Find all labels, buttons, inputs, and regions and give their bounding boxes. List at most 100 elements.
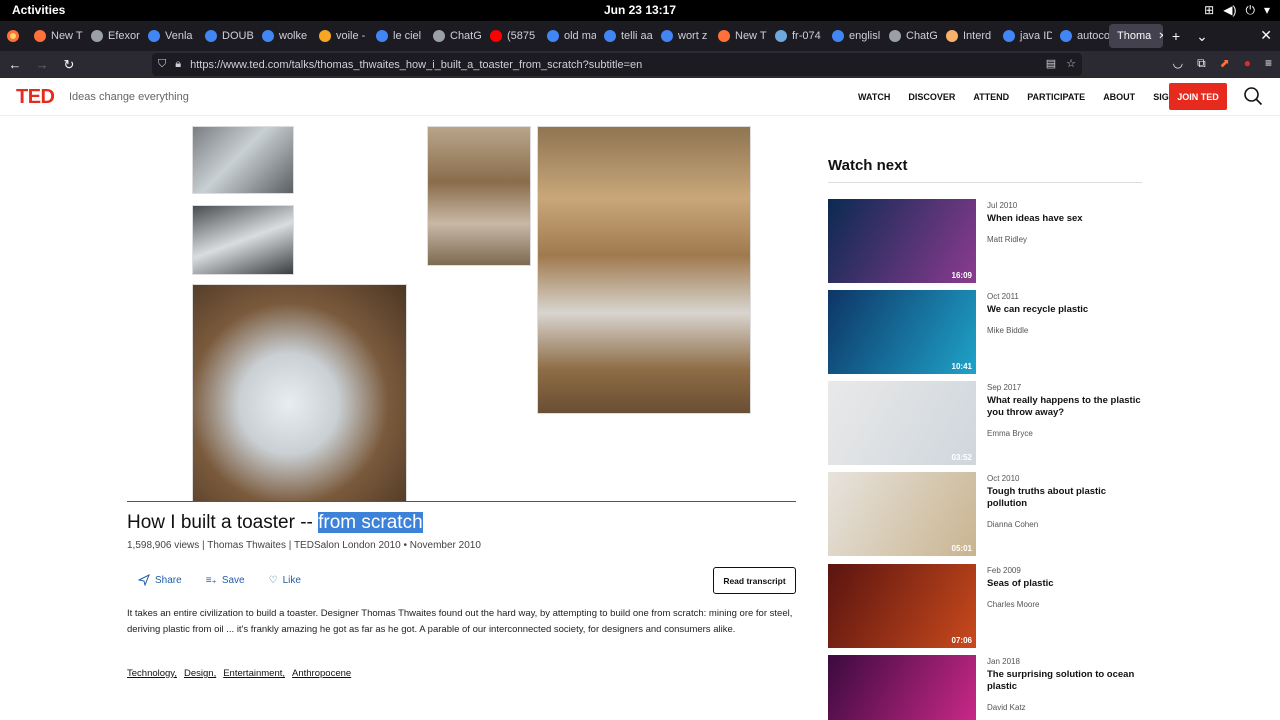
like-label: Like: [282, 574, 301, 586]
video-player[interactable]: [127, 120, 796, 502]
nav-attend[interactable]: ATTEND: [973, 92, 1009, 102]
new-tab-button[interactable]: +: [1163, 28, 1189, 44]
like-button[interactable]: ♡ Like: [269, 574, 301, 586]
extensions-icon[interactable]: ⧉: [1197, 56, 1206, 71]
nav-about[interactable]: ABOUT: [1103, 92, 1135, 102]
nav-discover[interactable]: DISCOVER: [908, 92, 955, 102]
tab-favicon-icon: [34, 30, 46, 42]
chevron-down-icon[interactable]: ▾: [1264, 3, 1270, 18]
shield-icon[interactable]: ⛉: [158, 58, 166, 71]
tab-list-chevron-icon[interactable]: ⌄: [1189, 28, 1215, 45]
browser-tab[interactable]: Interd: [938, 21, 995, 51]
system-clock[interactable]: Jun 23 13:17: [0, 3, 1280, 17]
nav-participate[interactable]: PARTICIPATE: [1027, 92, 1085, 102]
watch-next-item[interactable]: 16:09 Jul 2010 When ideas have sex Matt Rid…: [828, 199, 1148, 283]
watch-next-item[interactable]: 10:41 Oct 2011 We can recycle plastic Mike …: [828, 290, 1148, 374]
volume-icon[interactable]: ◀): [1223, 3, 1236, 18]
browser-tab[interactable]: old ma: [539, 21, 596, 51]
menu-icon[interactable]: ≡: [1265, 56, 1272, 71]
browser-tab[interactable]: Efexor: [83, 21, 140, 51]
video-thumbnail[interactable]: 16:09: [828, 199, 976, 283]
tab-favicon-icon: [490, 30, 502, 42]
reader-view-icon[interactable]: ▤: [1046, 57, 1056, 70]
power-icon[interactable]: ⏻: [1245, 3, 1255, 18]
firefox-view-icon[interactable]: [0, 21, 26, 51]
heart-icon: ♡: [268, 574, 278, 586]
extension-icon[interactable]: ⬈: [1220, 56, 1230, 71]
url-bar[interactable]: ⛉ 🔒︎ https://www.ted.com/talks/thomas_th…: [152, 53, 1082, 76]
watch-next-item[interactable]: 07:06 Feb 2009 Seas of plastic Charles Moor…: [828, 564, 1148, 648]
ted-logo[interactable]: TED: [16, 86, 55, 109]
active-tab[interactable]: Thoma ✕: [1109, 24, 1163, 48]
browser-tab[interactable]: java ID: [995, 21, 1052, 51]
window-close-icon[interactable]: ✕: [1260, 27, 1272, 44]
video-thumbnail[interactable]: 05:01: [828, 472, 976, 556]
talk-actions: Share ≡₊ Save ♡ Like: [138, 574, 301, 586]
tab-label: DOUB: [222, 30, 254, 42]
forward-button[interactable]: →: [30, 57, 54, 72]
tab-label: wort z: [678, 30, 708, 42]
search-icon[interactable]: [1243, 86, 1263, 106]
network-icon[interactable]: ⊞: [1204, 3, 1214, 18]
talk-description: It takes an entire civilization to build…: [127, 608, 793, 635]
back-button[interactable]: ←: [3, 57, 27, 72]
tab-favicon-icon: [376, 30, 388, 42]
url-text[interactable]: https://www.ted.com/talks/thomas_thwaite…: [190, 59, 642, 71]
browser-tab[interactable]: wolke: [254, 21, 311, 51]
video-thumbnail[interactable]: 10:41: [828, 290, 976, 374]
video-thumbnail[interactable]: 03:52: [828, 381, 976, 465]
video-speaker: Matt Ridley: [987, 235, 1028, 244]
video-duration: 10:41: [951, 362, 972, 371]
video-title[interactable]: Tough truths about plastic pollution: [987, 486, 1147, 510]
browser-tab[interactable]: autoco: [1052, 21, 1109, 51]
save-label: Save: [221, 574, 245, 586]
video-frame-photo-melted-plastic-mold: [192, 284, 407, 501]
video-title[interactable]: We can recycle plastic: [987, 304, 1147, 316]
video-duration: 05:01: [951, 544, 972, 553]
reload-button[interactable]: ↻: [57, 57, 81, 73]
talk-title-text: How I built a toaster --: [127, 512, 319, 533]
browser-tab[interactable]: telli aa: [596, 21, 653, 51]
video-thumbnail[interactable]: [828, 655, 976, 720]
tag-entertainment[interactable]: Entertainment,: [223, 668, 285, 679]
tag-technology[interactable]: Technology,: [127, 668, 177, 679]
watch-next-item[interactable]: 05:01 Oct 2010 Tough truths about plastic …: [828, 472, 1148, 556]
share-label: Share: [155, 574, 182, 586]
browser-tab[interactable]: Venla: [140, 21, 197, 51]
video-title[interactable]: When ideas have sex: [987, 213, 1147, 225]
browser-tab[interactable]: le ciel: [368, 21, 425, 51]
watch-next-item[interactable]: 03:52 Sep 2017 What really happens to the …: [828, 381, 1148, 465]
tag-design[interactable]: Design,: [184, 668, 216, 679]
system-tray[interactable]: ⊞ ◀) ⏻ ▾: [1204, 3, 1270, 18]
browser-tab[interactable]: New T: [710, 21, 767, 51]
lock-icon[interactable]: 🔒︎: [175, 58, 181, 71]
tab-label: old ma: [564, 30, 596, 42]
join-ted-button[interactable]: JOIN TED: [1169, 83, 1227, 110]
read-transcript-button[interactable]: Read transcript: [713, 567, 796, 594]
video-title[interactable]: What really happens to the plastic you t…: [987, 395, 1147, 419]
browser-tab[interactable]: New T: [26, 21, 83, 51]
save-button[interactable]: ≡₊ Save: [206, 574, 245, 586]
talk-title-highlighted-text[interactable]: from scratch: [318, 512, 423, 533]
video-title[interactable]: Seas of plastic: [987, 578, 1147, 590]
browser-tab[interactable]: fr-074: [767, 21, 824, 51]
video-duration: 16:09: [951, 271, 972, 280]
bookmark-star-icon[interactable]: ☆: [1066, 57, 1076, 70]
watch-next-item[interactable]: Jan 2018 The surprising solution to ocean…: [828, 655, 1148, 720]
pocket-icon[interactable]: ◡: [1173, 56, 1183, 71]
video-thumbnail[interactable]: 07:06: [828, 564, 976, 648]
browser-tab[interactable]: DOUB: [197, 21, 254, 51]
tab-favicon-icon: [832, 30, 844, 42]
browser-tab[interactable]: wort z: [653, 21, 710, 51]
nav-watch[interactable]: WATCH: [858, 92, 890, 102]
video-title[interactable]: The surprising solution to ocean plastic: [987, 669, 1147, 693]
browser-tab[interactable]: ChatG: [425, 21, 482, 51]
share-button[interactable]: Share: [138, 574, 182, 586]
browser-tab[interactable]: (5875: [482, 21, 539, 51]
profile-icon[interactable]: ●: [1244, 56, 1251, 71]
tag-anthropocene[interactable]: Anthropocene: [292, 668, 351, 679]
browser-tab[interactable]: voile -: [311, 21, 368, 51]
video-date: Feb 2009: [987, 566, 1021, 575]
browser-tab[interactable]: englisl: [824, 21, 881, 51]
browser-tab[interactable]: ChatG: [881, 21, 938, 51]
